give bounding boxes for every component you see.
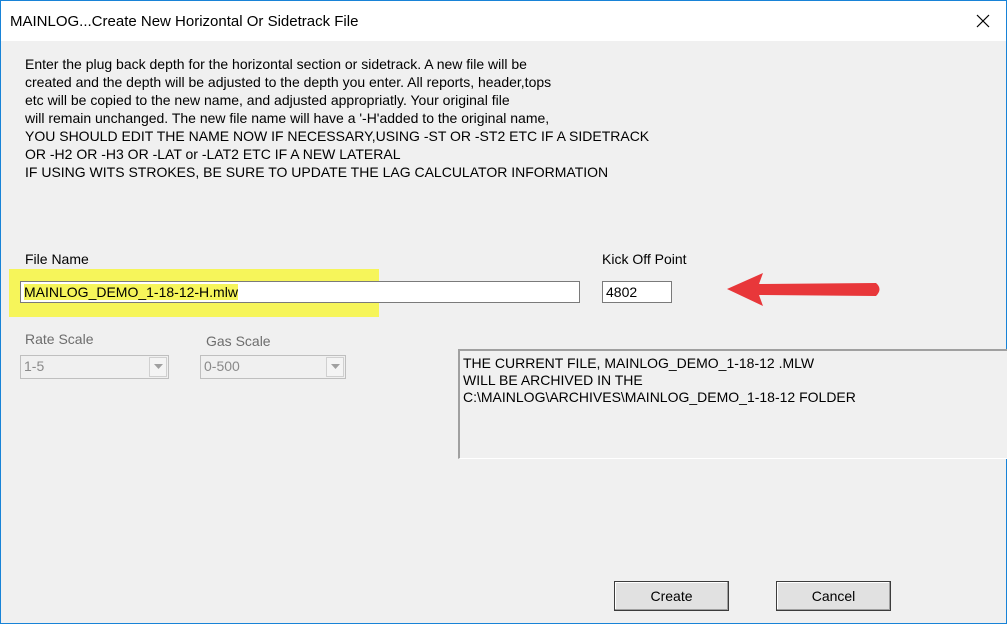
archive-message-line: THE CURRENT FILE, MAINLOG_DEMO_1-18-12 .…	[463, 355, 815, 371]
cancel-button[interactable]: Cancel	[776, 581, 891, 611]
rate-scale-value: 1-5	[24, 358, 45, 374]
close-button[interactable]	[960, 1, 1006, 41]
title-bar[interactable]: MAINLOG...Create New Horizontal Or Sidet…	[1, 1, 1006, 41]
instruction-line: etc will be copied to the new name, and …	[25, 92, 510, 108]
dialog-window: MAINLOG...Create New Horizontal Or Sidet…	[0, 0, 1007, 624]
file-name-label: File Name	[25, 251, 89, 267]
instruction-line: IF USING WITS STROKES, BE SURE TO UPDATE…	[25, 164, 609, 180]
archive-message-line: WILL BE ARCHIVED IN THE	[463, 372, 643, 388]
instruction-line: created and the depth will be adjusted t…	[25, 74, 552, 90]
archive-message-box: THE CURRENT FILE, MAINLOG_DEMO_1-18-12 .…	[458, 349, 1007, 459]
kick-off-point-value: 4802	[606, 284, 638, 300]
chevron-down-icon[interactable]	[149, 357, 167, 377]
rate-scale-label: Rate Scale	[25, 331, 94, 347]
instruction-line: will remain unchanged. The new file name…	[25, 110, 550, 126]
gas-scale-value: 0-500	[204, 358, 240, 374]
chevron-down-icon[interactable]	[326, 357, 344, 377]
archive-message-line: C:\MAINLOG\ARCHIVES\MAINLOG_DEMO_1-18-12…	[463, 389, 856, 405]
window-title: MAINLOG...Create New Horizontal Or Sidet…	[10, 13, 359, 30]
dialog-content: Enter the plug back depth for the horizo…	[1, 41, 1007, 623]
file-name-value: MAINLOG_DEMO_1-18-12-H.mlw	[24, 284, 238, 300]
close-icon	[976, 14, 990, 28]
instruction-line: OR -H2 OR -H3 OR -LAT or -LAT2 ETC IF A …	[25, 146, 401, 162]
kick-off-point-input[interactable]: 4802	[602, 281, 672, 303]
create-button[interactable]: Create	[614, 581, 729, 611]
instruction-line: Enter the plug back depth for the horizo…	[25, 56, 527, 72]
instruction-line: YOU SHOULD EDIT THE NAME NOW IF NECESSAR…	[25, 128, 650, 144]
rate-scale-select[interactable]: 1-5	[20, 355, 169, 379]
gas-scale-label: Gas Scale	[206, 333, 271, 349]
kick-off-point-label: Kick Off Point	[602, 251, 687, 267]
instructions-text: Enter the plug back depth for the horizo…	[25, 55, 905, 181]
create-button-label: Create	[650, 588, 693, 604]
gas-scale-select[interactable]: 0-500	[200, 355, 346, 379]
annotation-arrow-icon	[727, 273, 880, 306]
file-name-input[interactable]: MAINLOG_DEMO_1-18-12-H.mlw	[20, 281, 580, 303]
cancel-button-label: Cancel	[811, 588, 856, 604]
